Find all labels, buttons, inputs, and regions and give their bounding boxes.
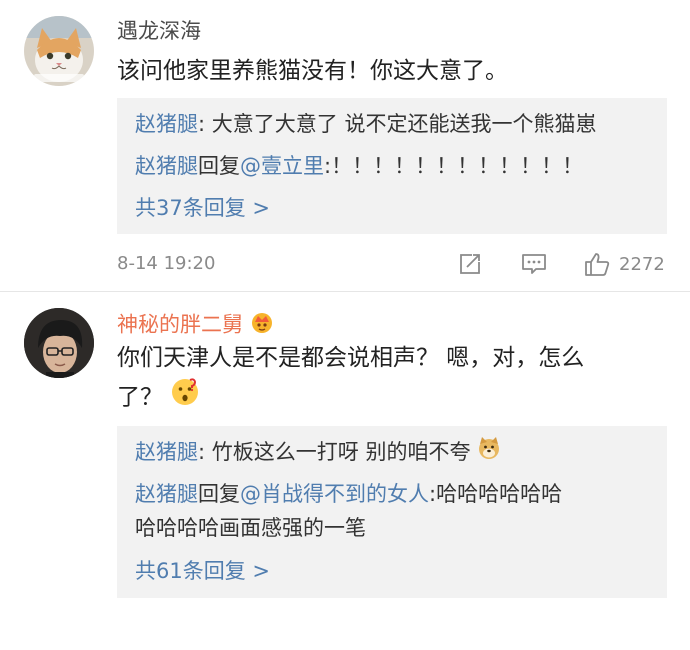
reply-box[interactable]: 赵猪腿: 竹板这么一打呀 别的咱不夸 赵猪腿回复@肖战得不到的女人:哈哈哈哈哈哈… [117, 426, 667, 598]
comment-1: 遇龙深海 该问他家里养熊猫没有！你这大意了。 赵猪腿: 大意了大意了 说不定还能… [0, 0, 690, 292]
comment-button[interactable] [520, 250, 548, 278]
reply-item: 赵猪腿回复@肖战得不到的女人:哈哈哈哈哈哈 [135, 477, 655, 511]
comment-text-line: 了？ [117, 377, 650, 419]
reply-box[interactable]: 赵猪腿: 大意了大意了 说不定还能送我一个熊猫崽 赵猪腿回复@壹立里:！！！！！… [117, 98, 667, 234]
share-icon [460, 254, 480, 274]
reply-verb: 回复 [198, 154, 240, 178]
comment-text-line-end: 了？ [117, 384, 163, 411]
comment-icon [522, 254, 546, 274]
comment-text: 该问他家里养熊猫没有！你这大意了。 [117, 58, 508, 84]
reply-mention[interactable]: @肖战得不到的女人 [240, 482, 429, 506]
user-avatar[interactable] [24, 308, 94, 378]
vip-crown-badge-icon [249, 310, 275, 341]
reply-item: 赵猪腿回复@壹立里:！！！！！！！！！！！！ [135, 149, 655, 183]
reply-mention[interactable]: @壹立里 [240, 154, 324, 178]
username-text[interactable]: 神秘的胖二舅 [117, 313, 243, 337]
more-replies-link[interactable]: 共61条回复 > [135, 554, 655, 588]
reply-content: 大意了大意了 说不定还能送我一个熊猫崽 [211, 112, 597, 136]
thinking-face-emoji [170, 377, 200, 419]
reply-content: :！！！！！！！！！！！！ [324, 154, 584, 178]
timestamp: 8-14 19:20 [117, 253, 216, 274]
reply-item: 赵猪腿: 大意了大意了 说不定还能送我一个熊猫崽 [135, 107, 655, 141]
thumbs-up-icon [585, 253, 610, 276]
reply-content-continued: 哈哈哈哈画面感强的一笔 [135, 516, 366, 540]
reply-verb: 回复 [198, 482, 240, 506]
more-replies-link[interactable]: 共37条回复 > [135, 191, 655, 225]
reply-author[interactable]: 赵猪腿 [135, 112, 198, 136]
doge-emoji [477, 436, 501, 470]
comment-text: 你们天津人是不是都会说相声？ 嗯，对，怎么 了？ [117, 339, 650, 419]
reply-content: :哈哈哈哈哈哈 [429, 482, 563, 506]
username[interactable]: 神秘的胖二舅 [117, 310, 275, 341]
cat-avatar-icon [24, 16, 94, 86]
person-with-glasses-avatar-icon [24, 308, 94, 378]
comment-text-line: 你们天津人是不是都会说相声？ 嗯，对，怎么 [117, 345, 585, 371]
reply-author[interactable]: 赵猪腿 [135, 154, 198, 178]
reply-separator: : [198, 440, 212, 464]
share-button[interactable] [457, 250, 483, 278]
reply-author[interactable]: 赵猪腿 [135, 440, 198, 464]
reply-separator: : [198, 112, 212, 136]
username[interactable]: 遇龙深海 [117, 17, 201, 45]
comment-footer: 8-14 19:20 2272 [117, 250, 677, 278]
user-avatar[interactable] [24, 16, 94, 86]
reply-content: 竹板这么一打呀 别的咱不夸 [211, 440, 471, 464]
like-button[interactable]: 2272 [583, 250, 665, 278]
like-count: 2272 [619, 253, 665, 275]
reply-item: 赵猪腿: 竹板这么一打呀 别的咱不夸 [135, 435, 655, 470]
reply-author[interactable]: 赵猪腿 [135, 482, 198, 506]
comment-2: 神秘的胖二舅 你们天津人是不是都会说相声？ 嗯，对，怎么 了？ 赵猪腿: 竹板这… [0, 292, 690, 650]
